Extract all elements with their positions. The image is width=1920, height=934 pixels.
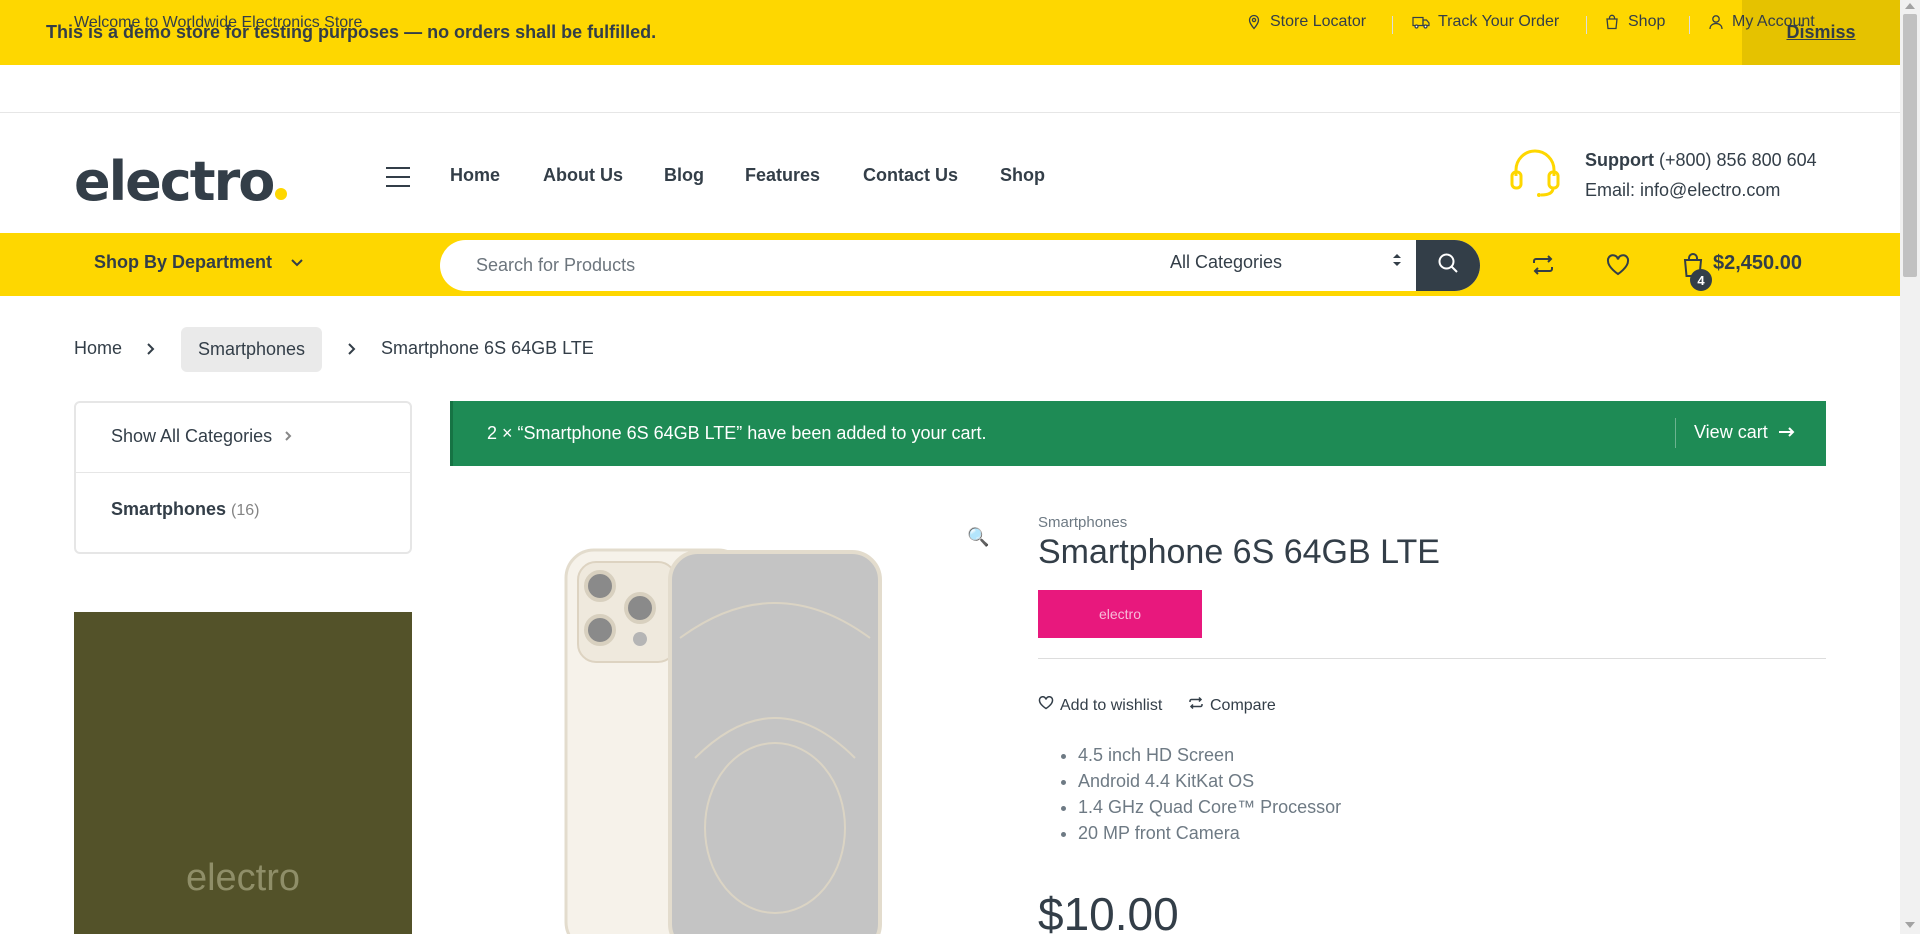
scroll-down-icon[interactable] bbox=[1905, 922, 1915, 928]
zoom-icon[interactable]: 🔍 bbox=[967, 527, 989, 548]
shop-link[interactable]: Shop bbox=[1604, 13, 1665, 31]
logo-dot bbox=[275, 188, 288, 200]
compare-label: Compare bbox=[1210, 696, 1276, 714]
arrow-right-icon bbox=[1778, 422, 1796, 443]
shop-by-department-label: Shop By Department bbox=[94, 252, 273, 272]
divider bbox=[1689, 16, 1690, 34]
compare-icon bbox=[1188, 696, 1204, 715]
breadcrumb-home[interactable]: Home bbox=[74, 338, 122, 359]
category-select-value: All Categories bbox=[1170, 252, 1283, 272]
welcome-message: Welcome to Worldwide Electronics Store bbox=[74, 14, 363, 31]
add-to-wishlist-label: Add to wishlist bbox=[1060, 696, 1163, 714]
support-phone-number[interactable]: (+800) 856 800 604 bbox=[1659, 150, 1817, 170]
nav-home[interactable]: Home bbox=[450, 165, 500, 186]
scroll-up-icon[interactable] bbox=[1905, 3, 1915, 9]
user-icon bbox=[1708, 14, 1724, 30]
search-icon bbox=[1437, 252, 1459, 279]
logo-text: electro bbox=[74, 150, 275, 213]
show-all-categories-link[interactable]: Show All Categories bbox=[111, 426, 292, 447]
scrollbar-thumb[interactable] bbox=[1903, 14, 1917, 277]
divider bbox=[1675, 418, 1676, 448]
support-phone: Support (+800) 856 800 604 bbox=[1585, 150, 1817, 171]
brand-name: electro bbox=[1098, 606, 1142, 622]
brand-logo[interactable]: electro bbox=[1038, 590, 1202, 638]
truck-icon bbox=[1412, 14, 1430, 30]
product-image[interactable] bbox=[560, 548, 890, 934]
nav-about-us[interactable]: About Us bbox=[543, 165, 623, 186]
feature-item: 4.5 inch HD Screen bbox=[1078, 742, 1341, 768]
dismiss-button[interactable]: Dismiss bbox=[1742, 0, 1900, 65]
chevron-right-icon bbox=[284, 426, 292, 447]
cart-total[interactable]: $2,450.00 bbox=[1713, 252, 1802, 275]
heart-icon bbox=[1038, 695, 1054, 715]
track-order-label: Track Your Order bbox=[1438, 13, 1560, 30]
cart-count-badge: 4 bbox=[1690, 269, 1712, 291]
breadcrumb-current: Smartphone 6S 64GB LTE bbox=[381, 338, 594, 358]
chevron-right-icon bbox=[146, 340, 156, 361]
product-title: Smartphone 6S 64GB LTE bbox=[1038, 533, 1440, 571]
divider bbox=[1586, 16, 1587, 34]
nav-blog[interactable]: Blog bbox=[664, 165, 704, 186]
add-to-wishlist-button[interactable]: Add to wishlist bbox=[1038, 695, 1163, 715]
divider bbox=[1038, 658, 1826, 659]
hamburger-menu-icon[interactable] bbox=[386, 167, 410, 187]
divider bbox=[1392, 16, 1393, 34]
shopping-bag-icon bbox=[1604, 14, 1620, 30]
show-all-categories-label: Show All Categories bbox=[111, 426, 273, 446]
chevron-right-icon bbox=[347, 340, 357, 361]
feature-item: 1.4 GHz Quad Core™ Processor bbox=[1078, 794, 1341, 820]
support-label: Support bbox=[1585, 150, 1654, 170]
view-cart-label: View cart bbox=[1694, 422, 1768, 442]
category-item-label: Smartphones bbox=[111, 499, 227, 519]
product-features-list: 4.5 inch HD Screen Android 4.4 KitKat OS… bbox=[1078, 742, 1341, 846]
nav-shop[interactable]: Shop bbox=[1000, 165, 1045, 186]
search-button[interactable] bbox=[1416, 240, 1480, 291]
search-input[interactable] bbox=[476, 242, 1116, 289]
shop-by-department-button[interactable]: Shop By Department bbox=[94, 252, 304, 273]
cart-success-text: 2 × “Smartphone 6S 64GB LTE” have been a… bbox=[487, 423, 987, 443]
view-cart-button[interactable]: View cart bbox=[1694, 422, 1796, 443]
store-locator-label: Store Locator bbox=[1270, 13, 1367, 30]
my-account-label: My Account bbox=[1732, 13, 1815, 30]
track-order-link[interactable]: Track Your Order bbox=[1412, 13, 1559, 31]
divider bbox=[76, 472, 410, 473]
category-widget bbox=[74, 401, 412, 554]
shop-label: Shop bbox=[1628, 13, 1666, 30]
heart-icon[interactable] bbox=[1603, 250, 1633, 280]
category-item-count: (16) bbox=[231, 502, 260, 519]
product-category-link[interactable]: Smartphones bbox=[1038, 514, 1127, 531]
nav-contact-us[interactable]: Contact Us bbox=[863, 165, 958, 186]
feature-item: 20 MP front Camera bbox=[1078, 820, 1341, 846]
breadcrumb-smartphones[interactable]: Smartphones bbox=[181, 327, 323, 372]
feature-item: Android 4.4 KitKat OS bbox=[1078, 768, 1341, 794]
chevron-down-icon bbox=[290, 252, 304, 273]
my-account-link[interactable]: My Account bbox=[1708, 13, 1815, 31]
banner-logo-text: electro bbox=[185, 857, 301, 899]
category-select[interactable]: All Categories bbox=[1170, 252, 1402, 273]
compare-icon[interactable] bbox=[1528, 250, 1558, 280]
category-item-smartphones[interactable]: Smartphones (16) bbox=[111, 499, 260, 520]
support-email[interactable]: Email: info@electro.com bbox=[1585, 180, 1780, 201]
compare-button[interactable]: Compare bbox=[1188, 696, 1276, 715]
store-locator-link[interactable]: Store Locator bbox=[1246, 13, 1366, 31]
product-price: $10.00 bbox=[1038, 888, 1179, 934]
map-pin-icon bbox=[1246, 14, 1262, 30]
select-arrows-icon bbox=[1392, 252, 1402, 273]
headset-icon bbox=[1508, 148, 1562, 198]
nav-features[interactable]: Features bbox=[745, 165, 820, 186]
top-bar bbox=[0, 65, 1900, 113]
site-logo[interactable]: electro bbox=[74, 150, 288, 213]
